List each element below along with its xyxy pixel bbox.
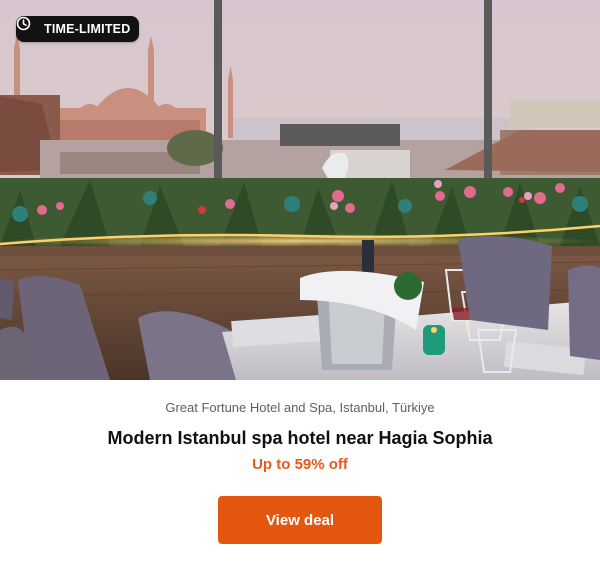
hero-image[interactable]: TIME-LIMITED xyxy=(0,0,600,380)
deal-headline[interactable]: Modern Istanbul spa hotel near Hagia Sop… xyxy=(0,428,600,449)
deal-info: Great Fortune Hotel and Spa, Istanbul, T… xyxy=(0,400,600,544)
hotel-photo xyxy=(0,0,600,380)
time-limited-badge: TIME-LIMITED xyxy=(16,16,140,42)
discount-text: Up to 59% off xyxy=(252,456,348,473)
view-deal-button[interactable]: View deal xyxy=(218,496,382,544)
deal-card[interactable]: TIME-LIMITED Great Fortune Hotel and Spa… xyxy=(0,0,600,575)
clock-icon xyxy=(16,16,39,37)
badge-label: TIME-LIMITED xyxy=(44,22,131,36)
hotel-name: Great Fortune Hotel and Spa, Istanbul, T… xyxy=(165,400,435,415)
